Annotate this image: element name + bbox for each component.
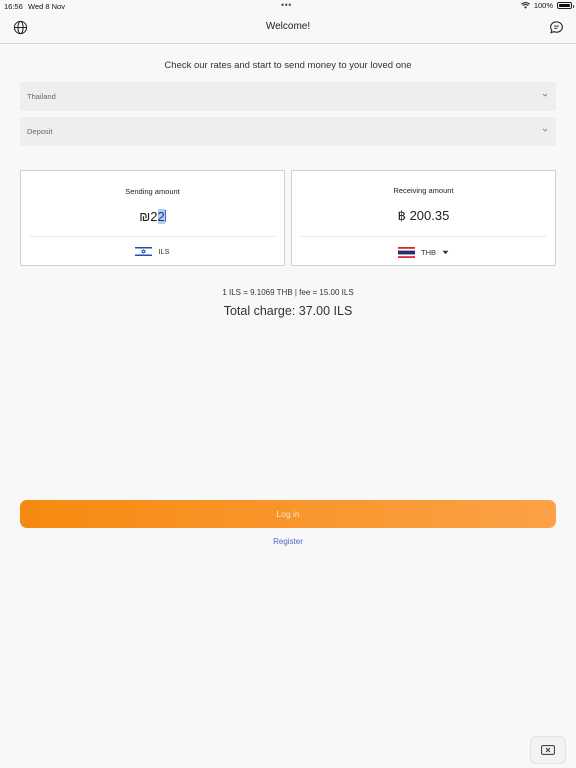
- delivery-method-select[interactable]: Deposit: [20, 117, 556, 146]
- login-button[interactable]: Log in: [20, 500, 556, 528]
- card-divider: [301, 236, 546, 237]
- chevron-down-icon: [542, 128, 548, 132]
- sending-amount-text: 2: [150, 209, 158, 224]
- chevron-down-icon: [542, 93, 548, 97]
- wifi-icon: [520, 2, 530, 9]
- sending-amount-input[interactable]: ₪22: [21, 209, 284, 224]
- receiving-amount-label: Receiving amount: [393, 186, 454, 195]
- receiving-currency-symbol: ฿: [397, 208, 406, 223]
- exchange-rate-text: 1 ILS = 9.1069 THB | fee = 15.00 ILS: [222, 288, 354, 297]
- receiving-amount-card: Receiving amount ฿ 200.35 THB: [291, 170, 556, 266]
- multitasking-dots-icon[interactable]: •••: [281, 1, 292, 10]
- keyboard-dismiss-icon: [541, 745, 555, 755]
- sending-amount-label: Sending amount: [125, 187, 180, 196]
- intro-text: Check our rates and start to send money …: [164, 60, 412, 71]
- sending-currency-symbol: ₪: [139, 209, 151, 224]
- top-bar: Welcome!: [0, 12, 576, 44]
- country-select[interactable]: Thailand: [20, 82, 556, 111]
- sending-amount-selection: 2: [157, 209, 165, 224]
- status-time: 16:56: [4, 2, 23, 11]
- receiving-currency-code: THB: [421, 248, 436, 257]
- receiving-amount-text: 200.35: [409, 208, 450, 223]
- receiving-amount-input[interactable]: ฿ 200.35: [292, 208, 555, 224]
- battery-percent: 100%: [533, 1, 553, 10]
- status-bar: 16:56 Wed 8 Nov ••• 100%: [0, 0, 576, 12]
- caret-down-icon: [442, 250, 449, 255]
- total-charge-text: Total charge: 37.00 ILS: [223, 304, 353, 318]
- sending-currency: ILS: [21, 246, 284, 257]
- register-link[interactable]: Register: [0, 537, 576, 546]
- text-cursor: [164, 210, 166, 222]
- chat-icon[interactable]: [549, 20, 564, 35]
- card-divider: [30, 236, 275, 237]
- receiving-currency-select[interactable]: THB: [292, 247, 555, 258]
- page-title: Welcome!: [265, 21, 311, 32]
- sending-amount-card: Sending amount ₪22 ILS: [20, 170, 285, 266]
- status-date: Wed 8 Nov: [28, 2, 65, 11]
- sending-currency-code: ILS: [158, 247, 170, 256]
- israel-flag-icon: [135, 246, 153, 257]
- dismiss-keyboard-button[interactable]: [530, 736, 566, 764]
- country-select-value: Thailand: [27, 92, 56, 101]
- battery-icon: [557, 2, 574, 9]
- status-right: 100%: [520, 1, 574, 10]
- delivery-method-value: Deposit: [27, 127, 53, 136]
- thailand-flag-icon: [398, 247, 415, 258]
